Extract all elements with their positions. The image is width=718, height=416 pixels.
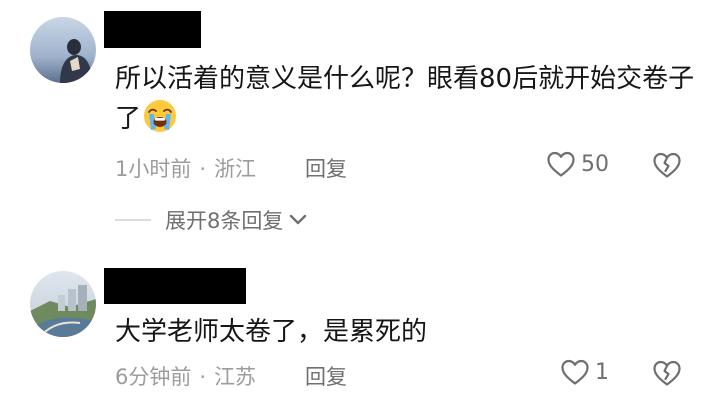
divider bbox=[115, 219, 151, 221]
username-redacted bbox=[104, 11, 201, 48]
expand-replies-label: 展开8条回复 bbox=[165, 209, 284, 233]
comment-meta: 6分钟前 · 江苏 bbox=[115, 361, 256, 391]
like-count: 1 bbox=[595, 359, 609, 385]
heart-outline-icon bbox=[546, 150, 576, 178]
comment-item: 大学老师太卷了，是累死的 6分钟前 · 江苏 回复 1 bbox=[0, 258, 718, 416]
loudly-crying-face-emoji-icon bbox=[143, 99, 177, 133]
comment-text: 大学老师太卷了，是累死的 bbox=[115, 317, 428, 347]
like-button[interactable]: 1 bbox=[560, 358, 609, 386]
reply-button[interactable]: 回复 bbox=[305, 153, 347, 183]
comment-item: 所以活着的意义是什么呢？眼看80后就开始交卷子了 1小时前 · 浙江 回复 50 展… bbox=[0, 0, 718, 250]
heart-outline-icon bbox=[560, 358, 590, 386]
meta-separator: · bbox=[199, 157, 207, 181]
comment-time: 6分钟前 bbox=[115, 365, 192, 389]
like-count: 50 bbox=[581, 151, 609, 177]
dislike-button[interactable] bbox=[652, 359, 682, 387]
comment-location: 江苏 bbox=[214, 365, 257, 389]
username-redacted bbox=[104, 268, 246, 304]
comment-text: 所以活着的意义是什么呢？眼看80后就开始交卷子了 bbox=[115, 64, 695, 134]
avatar[interactable] bbox=[30, 17, 96, 83]
meta-separator: · bbox=[199, 365, 207, 389]
like-button[interactable]: 50 bbox=[546, 150, 609, 178]
comment-location: 浙江 bbox=[214, 157, 257, 181]
comment-meta: 1小时前 · 浙江 bbox=[115, 153, 256, 183]
expand-replies-button[interactable]: 展开8条回复 bbox=[115, 205, 307, 235]
broken-heart-icon bbox=[652, 359, 682, 387]
comment-time: 1小时前 bbox=[115, 157, 192, 181]
dislike-button[interactable] bbox=[652, 151, 682, 179]
chevron-down-icon bbox=[283, 214, 307, 226]
avatar[interactable] bbox=[30, 271, 96, 337]
broken-heart-icon bbox=[652, 151, 682, 179]
reply-button[interactable]: 回复 bbox=[305, 361, 347, 391]
